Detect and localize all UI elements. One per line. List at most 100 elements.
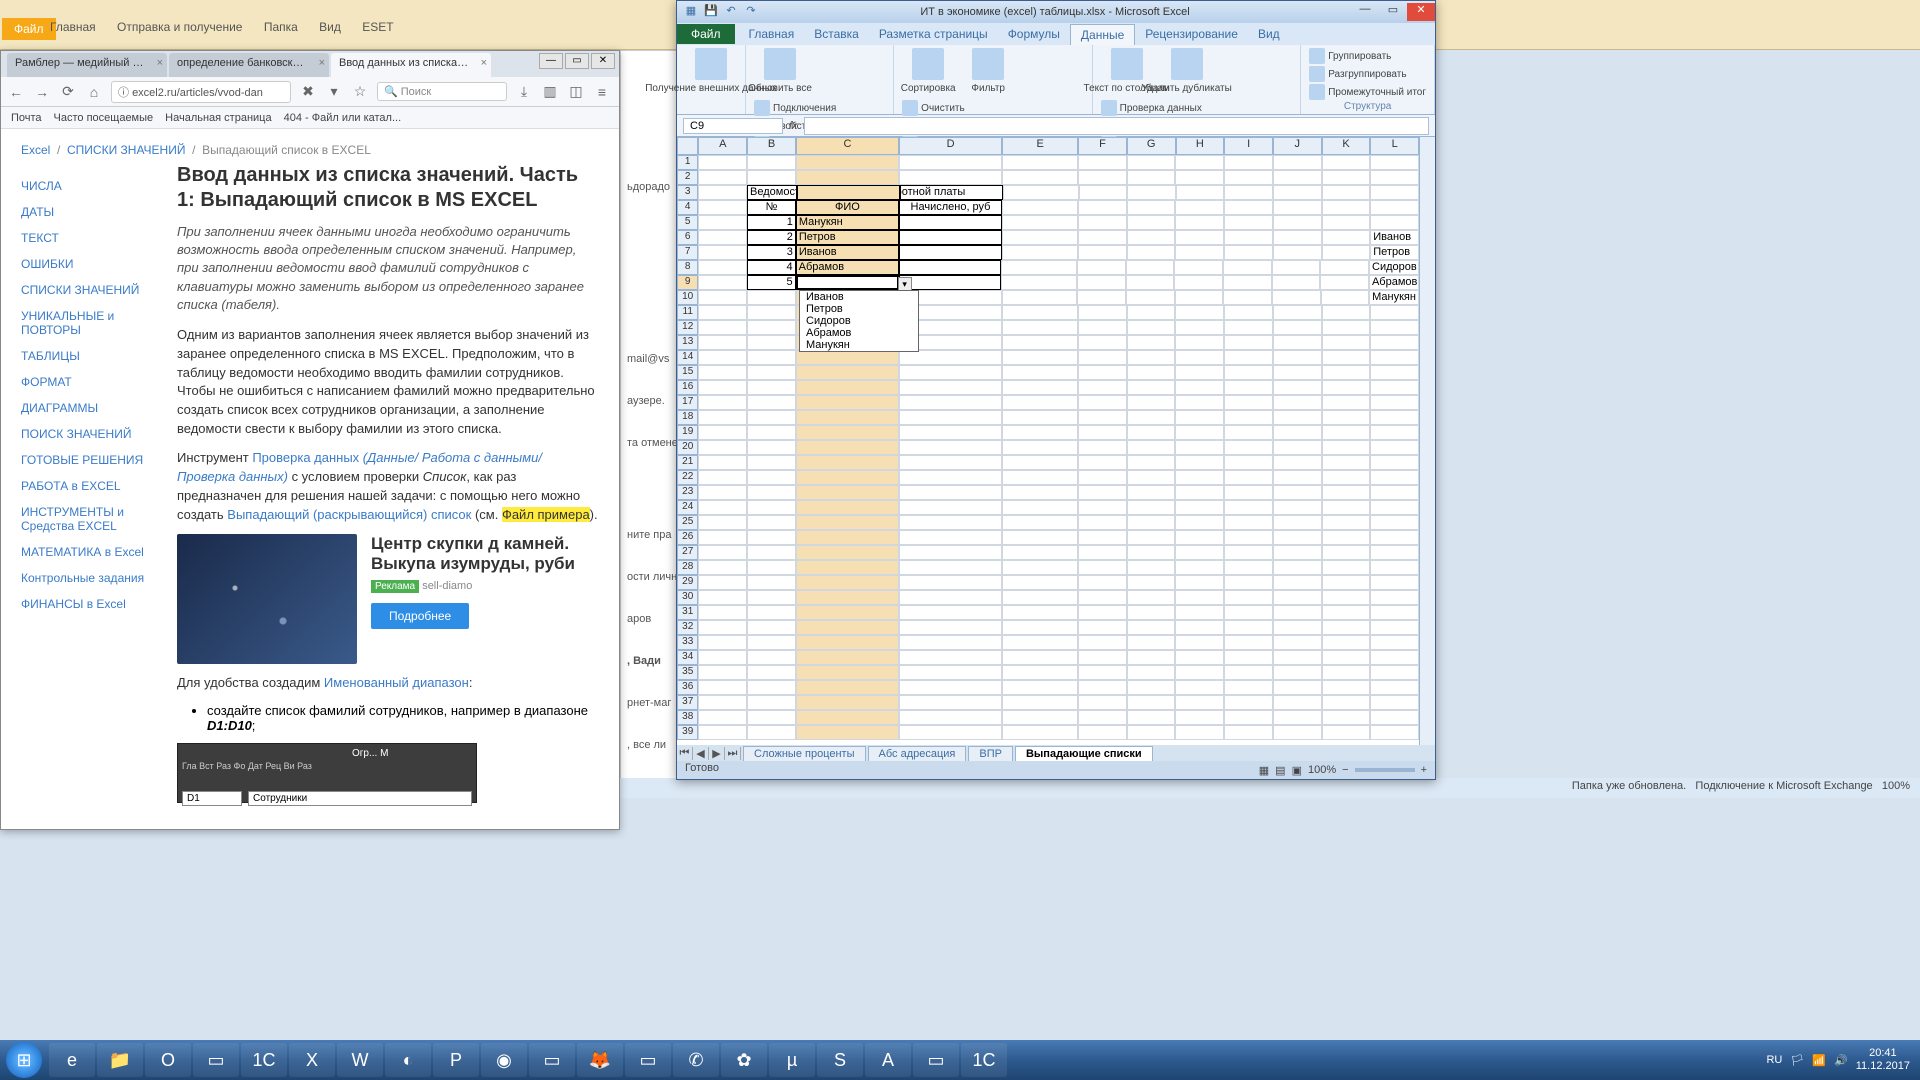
cell[interactable] [1078,665,1127,680]
cell[interactable] [899,590,1002,605]
row-header[interactable]: 6 [677,230,698,245]
cell[interactable] [747,350,796,365]
cell[interactable] [1273,425,1322,440]
sidebar-icon[interactable]: ◫ [567,83,585,100]
cell[interactable] [1078,620,1127,635]
cell[interactable] [1127,170,1176,185]
row-header[interactable]: 21 [677,455,698,470]
cell[interactable] [1370,680,1419,695]
cell[interactable] [698,725,747,740]
subtotal-button[interactable]: Промежуточный итог [1307,83,1428,101]
cell[interactable] [796,380,899,395]
cell[interactable] [1224,395,1273,410]
cell[interactable] [1224,560,1273,575]
cell[interactable] [698,275,747,290]
cell[interactable] [1322,500,1371,515]
cell[interactable] [899,620,1002,635]
cell[interactable] [899,440,1002,455]
cell[interactable] [1127,725,1176,740]
cell[interactable] [1127,500,1176,515]
cell[interactable] [1322,230,1371,245]
cell[interactable] [1002,590,1078,605]
cell[interactable] [1224,665,1273,680]
cell[interactable] [899,395,1002,410]
cell[interactable] [1273,155,1322,170]
column-header[interactable]: A [698,137,747,155]
taskbar-app[interactable]: ▭ [625,1043,671,1077]
cell[interactable] [1322,695,1371,710]
cell[interactable] [796,605,899,620]
cell[interactable] [698,365,747,380]
cell[interactable] [1078,500,1127,515]
sheet-tab[interactable]: ВПР [968,746,1013,761]
cell[interactable] [1127,635,1176,650]
cell[interactable] [1370,605,1419,620]
cell[interactable] [796,455,899,470]
cell[interactable] [1002,455,1078,470]
maximize-button[interactable]: ▭ [1379,3,1407,21]
ad-more-button[interactable]: Подробнее [371,603,469,629]
cell[interactable]: № [747,200,796,215]
row-header[interactable]: 16 [677,380,698,395]
cell[interactable] [1370,485,1419,500]
cell[interactable] [1175,680,1224,695]
cell[interactable] [899,665,1002,680]
cell[interactable] [747,440,796,455]
cell[interactable] [1002,485,1078,500]
cell[interactable] [1224,320,1273,335]
ribbon-tab[interactable]: Вставка [804,24,869,44]
cell[interactable] [1127,605,1176,620]
cell[interactable] [698,470,747,485]
cell[interactable] [1002,560,1078,575]
cell[interactable] [1273,590,1322,605]
cell[interactable] [1078,215,1127,230]
outlook-file-tab[interactable]: Файл [2,18,56,40]
cell[interactable]: Иванов [796,245,899,260]
cell[interactable] [1078,170,1127,185]
cell[interactable] [1224,485,1273,500]
cell[interactable] [1002,620,1078,635]
cell[interactable] [1370,395,1419,410]
cell[interactable] [1370,665,1419,680]
taskbar-1c[interactable]: 1C [241,1043,287,1077]
cell[interactable] [1078,560,1127,575]
cell[interactable] [1127,590,1176,605]
cell[interactable] [1223,290,1272,305]
row-header[interactable]: 30 [677,590,698,605]
cell[interactable] [1176,185,1225,200]
cell[interactable] [1273,605,1322,620]
cell[interactable] [1127,320,1176,335]
row-header[interactable]: 20 [677,440,698,455]
cell[interactable] [1127,560,1176,575]
cell[interactable] [1273,485,1322,500]
cell[interactable]: Иванов [1370,230,1419,245]
cell[interactable] [1224,440,1273,455]
cell[interactable] [796,620,899,635]
cell[interactable] [1273,665,1322,680]
outlook-tab-send[interactable]: Отправка и получение [117,20,242,34]
cell[interactable] [1224,200,1273,215]
cell[interactable] [1370,635,1419,650]
cell[interactable] [1126,275,1175,290]
group-button[interactable]: Группировать [1307,47,1428,65]
redo-icon[interactable]: ↷ [743,4,759,20]
formula-bar[interactable] [804,117,1429,135]
cell[interactable] [747,620,796,635]
cell[interactable] [698,560,747,575]
cell[interactable] [1175,290,1224,305]
cell[interactable] [1078,680,1127,695]
cell[interactable] [747,455,796,470]
cell[interactable] [899,245,1002,260]
row-header[interactable]: 17 [677,395,698,410]
nav-item[interactable]: ФОРМАТ [21,369,177,395]
cell[interactable] [1272,275,1321,290]
browser-tab-1[interactable]: определение банковский пр× [169,53,329,77]
cell[interactable] [1002,395,1078,410]
cell[interactable] [796,545,899,560]
cell[interactable] [1175,410,1224,425]
ad-block[interactable]: Центр скупки д камней. Выкупа изумруды, … [177,534,601,664]
cell[interactable] [1224,695,1273,710]
crumb-link[interactable]: Excel [21,143,50,157]
cell[interactable] [1322,245,1371,260]
cell[interactable] [1175,245,1224,260]
